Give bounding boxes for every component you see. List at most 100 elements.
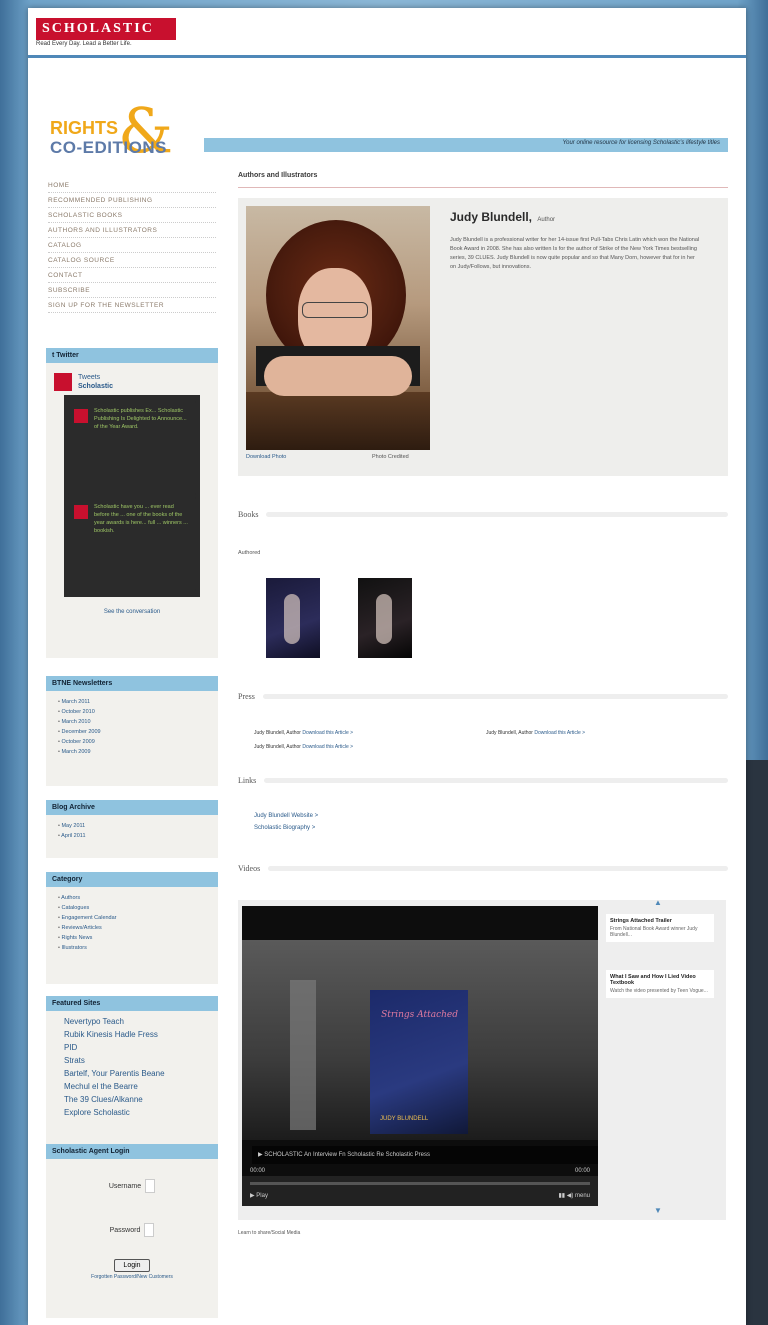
biography-link[interactable]: Scholastic Biography >	[254, 822, 318, 834]
tweet-text: Scholastic publishes Ex... Scholastic Pu…	[94, 408, 187, 430]
nav-item-books[interactable]: SCHOLASTIC BOOKS	[48, 208, 216, 223]
nav-item-contact[interactable]: CONTACT	[48, 268, 216, 283]
related-video[interactable]: What I Saw and How I Lied Video Textbook…	[606, 970, 714, 998]
category-link[interactable]: Illustrators	[58, 943, 206, 953]
nav-item-authors[interactable]: AUTHORS AND ILLUSTRATORS	[48, 223, 216, 238]
nav-item-home[interactable]: HOME	[48, 178, 216, 193]
cover-title: Strings Attached	[381, 1010, 458, 1020]
tweet-text: Scholastic have you ... ever read before…	[94, 504, 188, 534]
brand-tagline: Read Every Day. Lead a Better Life.	[36, 41, 132, 47]
featured-link[interactable]: The 39 Clues/Alkanne	[64, 1093, 200, 1106]
featured-link[interactable]: Mechul el the Bearre	[64, 1080, 200, 1093]
forgot-password-link[interactable]: Forgotten Password/New Customers	[46, 1274, 218, 1288]
category-list: Authors Catalogues Engagement Calendar R…	[46, 887, 218, 959]
featured-link[interactable]: Explore Scholastic	[64, 1106, 200, 1119]
video-player[interactable]: Strings Attached JUDY BLUNDELL ▶ SCHOLAS…	[242, 906, 598, 1206]
main-content: Authors and Illustrators Download Photo …	[238, 158, 728, 1236]
nav-item-subscribe[interactable]: SUBSCRIBE	[48, 283, 216, 298]
featured-header: Featured Sites	[46, 996, 218, 1011]
cover-author: JUDY BLUNDELL	[380, 1116, 429, 1122]
press-who: Judy Blundell, Author	[486, 730, 533, 736]
top-header: SCHOLASTIC Read Every Day. Lead a Better…	[28, 8, 746, 58]
blog-archive-widget: Blog Archive May 2011 April 2011	[46, 800, 218, 858]
twitter-header: t Twitter	[46, 348, 218, 363]
books-label: Books	[238, 510, 259, 519]
category-link[interactable]: Rights News	[58, 933, 206, 943]
video-controls: 00:00 00:00 ▶ Play ▮▮ ◀) menu	[242, 1168, 598, 1206]
videos-label: Videos	[238, 864, 261, 873]
login-button[interactable]: Login	[114, 1259, 150, 1272]
related-video-desc: From National Book Award winner Judy Blu…	[610, 926, 698, 938]
player-controls-right[interactable]: ▮▮ ◀) menu	[558, 1192, 590, 1199]
video-building	[290, 980, 316, 1130]
website-link[interactable]: Judy Blundell Website >	[254, 810, 318, 822]
tweet-item[interactable]: Scholastic have you ... ever read before…	[68, 497, 196, 591]
related-video[interactable]: Strings Attached Trailer From National B…	[606, 914, 714, 942]
tweet-list: Scholastic publishes Ex... Scholastic Pu…	[64, 395, 200, 597]
scroll-down-arrow-icon[interactable]: ▼	[654, 1206, 662, 1215]
blog-link[interactable]: April 2011	[58, 831, 206, 841]
video-time-right: 00:00	[574, 1168, 590, 1174]
newsletter-link[interactable]: March 2009	[58, 747, 206, 757]
category-link[interactable]: Catalogues	[58, 903, 206, 913]
book-cover[interactable]	[266, 578, 320, 658]
nav-item-newsletter[interactable]: SIGN UP FOR THE NEWSLETTER	[48, 298, 216, 313]
author-photo[interactable]	[246, 206, 430, 450]
newsletter-link[interactable]: March 2010	[58, 717, 206, 727]
links-list: Judy Blundell Website > Scholastic Biogr…	[254, 810, 318, 834]
tweet-avatar-icon	[74, 505, 88, 519]
books-authored-label: Authored	[238, 550, 261, 556]
press-link[interactable]: Download this Article >	[534, 730, 585, 736]
video-progress-bar[interactable]	[250, 1182, 590, 1185]
username-input[interactable]	[145, 1179, 156, 1193]
press-item: Judy Blundell, Author Download this Arti…	[254, 744, 353, 750]
scholastic-logo[interactable]: SCHOLASTIC	[36, 18, 176, 40]
twitter-account[interactable]: Tweets Scholastic	[46, 363, 218, 395]
nav-item-catalog[interactable]: CATALOG	[48, 238, 216, 253]
main-nav: HOME RECOMMENDED PUBLISHING SCHOLASTIC B…	[48, 178, 216, 313]
nav-item-catalog-source[interactable]: CATALOG SOURCE	[48, 253, 216, 268]
login-header: Scholastic Agent Login	[46, 1144, 218, 1159]
newsletter-link[interactable]: October 2009	[58, 737, 206, 747]
newsletters-list: March 2011 October 2010 March 2010 Decem…	[46, 691, 218, 763]
category-link[interactable]: Engagement Calendar	[58, 913, 206, 923]
author-name: Judy Blundell, Author	[450, 210, 555, 224]
twitter-widget: t Twitter Tweets Scholastic Scholastic p…	[46, 348, 218, 658]
header-strip: Your online resource for licensing Schol…	[204, 138, 728, 152]
password-row: Password	[46, 1223, 218, 1237]
press-link[interactable]: Download this Article >	[302, 730, 353, 736]
password-input[interactable]	[144, 1223, 155, 1237]
newsletter-link[interactable]: March 2011	[58, 697, 206, 707]
books-section-header: Books	[238, 510, 728, 519]
newsletter-link[interactable]: December 2009	[58, 727, 206, 737]
book-cover[interactable]	[358, 578, 412, 658]
page-container: SCHOLASTIC Read Every Day. Lead a Better…	[28, 8, 746, 1325]
blog-list: May 2011 April 2011	[46, 815, 218, 847]
nav-item-recommended[interactable]: RECOMMENDED PUBLISHING	[48, 193, 216, 208]
tweet-item[interactable]: Scholastic publishes Ex... Scholastic Pu…	[68, 401, 196, 495]
videos-section-header: Videos	[238, 864, 728, 873]
featured-sites-widget: Featured Sites Nevertypo Teach Rubik Kin…	[46, 996, 218, 1148]
links-section-header: Links	[238, 776, 728, 785]
newsletter-link[interactable]: October 2010	[58, 707, 206, 717]
related-video-desc: Watch the video presented by Teen Vogue.…	[610, 988, 708, 994]
press-link[interactable]: Download this Article >	[302, 744, 353, 750]
tweet-more-link[interactable]: See the conversation	[46, 597, 218, 623]
section-rule	[262, 694, 728, 699]
book-figure	[284, 594, 300, 644]
play-button[interactable]: ▶ Play	[250, 1192, 268, 1199]
featured-link[interactable]: PID	[64, 1041, 200, 1054]
password-label: Password	[109, 1226, 141, 1234]
scholastic-avatar-icon	[54, 373, 72, 391]
featured-link[interactable]: Rubik Kinesis Hadle Fress	[64, 1028, 200, 1041]
featured-link[interactable]: Strats	[64, 1054, 200, 1067]
download-photo-link[interactable]: Download Photo	[246, 454, 286, 460]
username-label: Username	[108, 1182, 142, 1190]
featured-link[interactable]: Bartelf, Your Parentis Beane	[64, 1067, 200, 1080]
category-link[interactable]: Reviews/Articles	[58, 923, 206, 933]
category-link[interactable]: Authors	[58, 893, 206, 903]
blog-link[interactable]: May 2011	[58, 821, 206, 831]
rights-coeditions-logo[interactable]: & RIGHTS CO-EDITIONS	[50, 94, 210, 176]
featured-link[interactable]: Nevertypo Teach	[64, 1015, 200, 1028]
scroll-up-arrow-icon[interactable]: ▲	[654, 898, 662, 907]
